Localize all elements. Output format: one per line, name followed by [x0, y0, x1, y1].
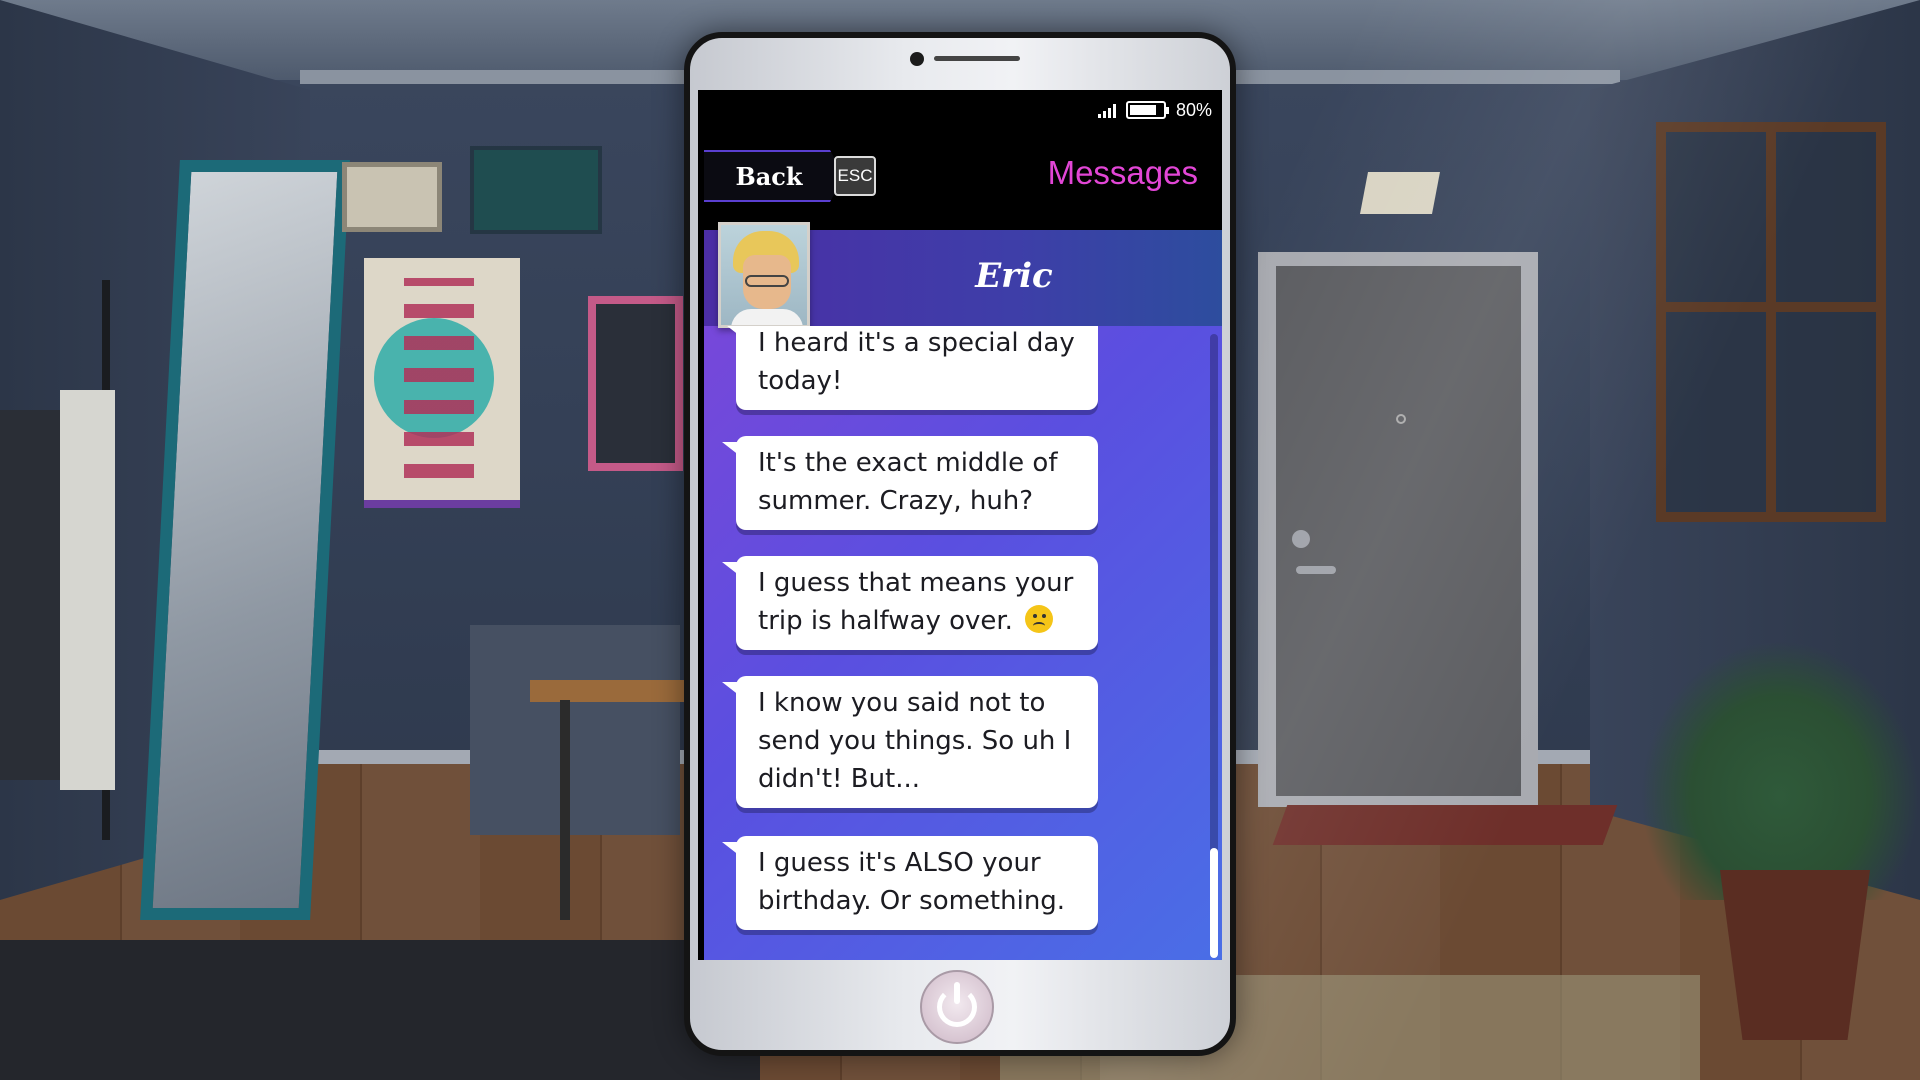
- message-bubble: I guess that means your trip is halfway …: [722, 556, 1098, 650]
- power-icon: [937, 982, 977, 1027]
- certificate-frame: [342, 162, 442, 232]
- desk-leg: [560, 700, 570, 920]
- message-list[interactable]: I heard it's a special day today! It's t…: [704, 326, 1204, 960]
- desk: [530, 680, 700, 702]
- status-bar: 80%: [1097, 98, 1212, 122]
- back-button[interactable]: Back: [704, 150, 844, 202]
- chat-panel: Eric I heard it's a special day today! I…: [704, 222, 1222, 960]
- hanging-shirt: [60, 390, 115, 790]
- page-title: Messages: [1047, 154, 1198, 191]
- battery-percent: 80%: [1175, 99, 1212, 120]
- message-bubble: I guess it's ALSO your birthday. Or some…: [722, 836, 1098, 930]
- desk-back: [470, 625, 680, 835]
- front-camera: [910, 52, 924, 66]
- wall-poster: [364, 258, 520, 508]
- battery-icon: [1125, 101, 1169, 119]
- messages-nav-bar: Back ESC Messages: [698, 140, 1222, 210]
- message-text: I know you said not to send you things. …: [758, 688, 1072, 794]
- message-bubble: I heard it's a special day today!: [722, 326, 1098, 410]
- frowning-face-icon: [1025, 605, 1054, 633]
- phone-screen: 80% Back ESC Messages Eric I heard it's …: [698, 90, 1222, 960]
- message-bubble: I know you said not to send you things. …: [722, 676, 1098, 808]
- scrollbar-thumb[interactable]: [1210, 848, 1218, 958]
- phone: 80% Back ESC Messages Eric I heard it's …: [684, 32, 1236, 1056]
- wall-shelf: [588, 296, 683, 471]
- chat-header: Eric: [704, 222, 1222, 328]
- message-text: I guess it's ALSO your birthday. Or some…: [758, 848, 1066, 916]
- message-text: It's the exact middle of summer. Crazy, …: [758, 448, 1058, 516]
- esc-key-hint[interactable]: ESC: [834, 156, 876, 196]
- wall-picture: [470, 146, 602, 234]
- phone-top-bezel: [690, 38, 1230, 90]
- message-scrollbar[interactable]: [1210, 334, 1218, 958]
- power-button[interactable]: [920, 970, 994, 1044]
- signal-bars-icon: [1097, 102, 1116, 118]
- contact-name: Eric: [975, 256, 1053, 296]
- dark-rug: [0, 940, 760, 1080]
- message-text: I heard it's a special day today!: [758, 328, 1075, 396]
- message-bubble: It's the exact middle of summer. Crazy, …: [722, 436, 1098, 530]
- contact-avatar: [718, 222, 810, 328]
- earpiece-speaker: [934, 56, 1020, 61]
